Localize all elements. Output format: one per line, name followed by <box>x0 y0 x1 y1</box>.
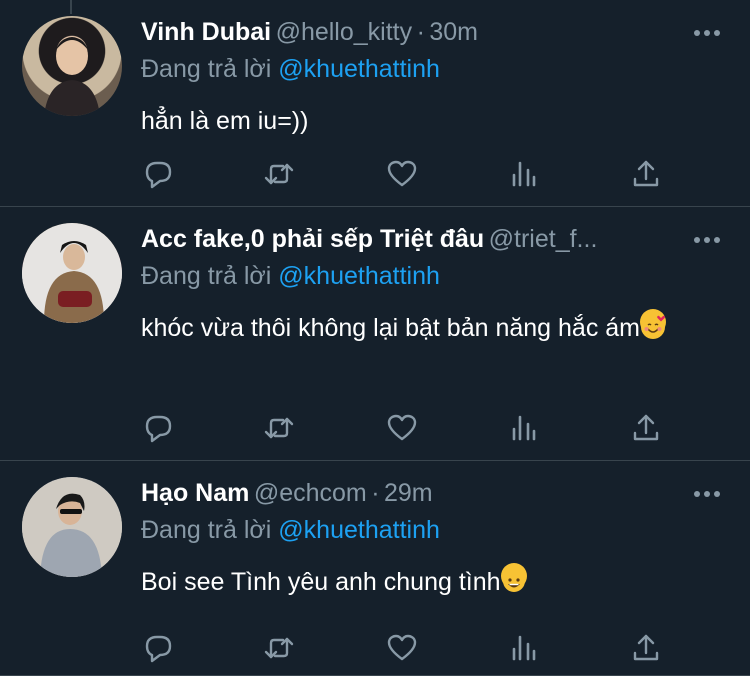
tweet-text: khóc vừa thôi không lại bật bản năng hắc… <box>141 305 711 351</box>
more-icon[interactable] <box>694 237 720 245</box>
separator-dot: · <box>371 479 380 507</box>
more-icon[interactable] <box>694 30 720 38</box>
timestamp[interactable]: 29m <box>384 479 433 507</box>
analytics-icon[interactable] <box>507 631 541 665</box>
retweet-icon[interactable] <box>262 157 296 191</box>
replying-to: Đang trả lời @khuethattinh <box>141 55 440 84</box>
tweet-header: Vinh Dubai @hello_kitty · 30m <box>141 18 750 48</box>
tweet-text: Boi see Tình yêu anh chung tình <box>141 559 711 605</box>
tweet[interactable]: Hạo Nam @echcom · 29m Đang trả lời @khue… <box>0 461 750 676</box>
reply-icon[interactable] <box>141 411 175 445</box>
analytics-icon[interactable] <box>507 157 541 191</box>
display-name[interactable]: Acc fake,0 phải sếp Triệt đâu <box>141 225 484 253</box>
tweet[interactable]: Vinh Dubai @hello_kitty · 30m Đang trả l… <box>0 0 750 206</box>
like-icon[interactable] <box>385 411 419 445</box>
grinning-cat-icon <box>500 563 527 592</box>
like-icon[interactable] <box>385 157 419 191</box>
share-icon[interactable] <box>629 631 663 665</box>
analytics-icon[interactable] <box>507 411 541 445</box>
replying-label: Đang trả lời <box>141 262 272 290</box>
reply-icon[interactable] <box>141 157 175 191</box>
avatar[interactable] <box>22 16 122 116</box>
mention-link[interactable]: @khuethattinh <box>278 516 440 544</box>
replying-label: Đang trả lời <box>141 516 272 544</box>
more-icon[interactable] <box>694 491 720 499</box>
username[interactable]: @echcom <box>254 479 367 507</box>
username[interactable]: @hello_kitty <box>276 18 413 46</box>
replying-label: Đang trả lời <box>141 55 272 83</box>
tweet-text: hẳn là em iu=)) <box>141 98 711 144</box>
mention-link[interactable]: @khuethattinh <box>278 262 440 290</box>
display-name[interactable]: Vinh Dubai <box>141 18 271 46</box>
replying-to: Đang trả lời @khuethattinh <box>141 262 440 291</box>
tweet-actions <box>141 631 681 665</box>
display-name[interactable]: Hạo Nam <box>141 479 249 507</box>
timestamp[interactable]: 30m <box>429 18 478 46</box>
retweet-icon[interactable] <box>262 631 296 665</box>
tweet-header: Hạo Nam @echcom · 29m <box>141 479 750 509</box>
like-icon[interactable] <box>385 631 419 665</box>
avatar[interactable] <box>22 223 122 323</box>
tweet-actions <box>141 157 681 191</box>
tweet-text-content: hẳn là em iu=)) <box>141 107 309 135</box>
username[interactable]: @triet_f... <box>489 225 598 254</box>
tweet-text-content: khóc vừa thôi không lại bật bản năng hắc… <box>141 314 641 342</box>
share-icon[interactable] <box>629 411 663 445</box>
mention-link[interactable]: @khuethattinh <box>278 55 440 83</box>
tweet-header: Acc fake,0 phải sếp Triệt đâu @triet_f..… <box>141 225 750 255</box>
tweet[interactable]: Acc fake,0 phải sếp Triệt đâu @triet_f..… <box>0 207 750 460</box>
replying-to: Đang trả lời @khuethattinh <box>141 516 440 545</box>
tweet-actions <box>141 411 681 445</box>
tweet-text-content: Boi see Tình yêu anh chung tình <box>141 568 501 596</box>
retweet-icon[interactable] <box>262 411 296 445</box>
separator-dot: · <box>416 18 425 46</box>
smiling-face-with-hearts-icon <box>640 309 667 339</box>
avatar[interactable] <box>22 477 122 577</box>
share-icon[interactable] <box>629 157 663 191</box>
reply-icon[interactable] <box>141 631 175 665</box>
